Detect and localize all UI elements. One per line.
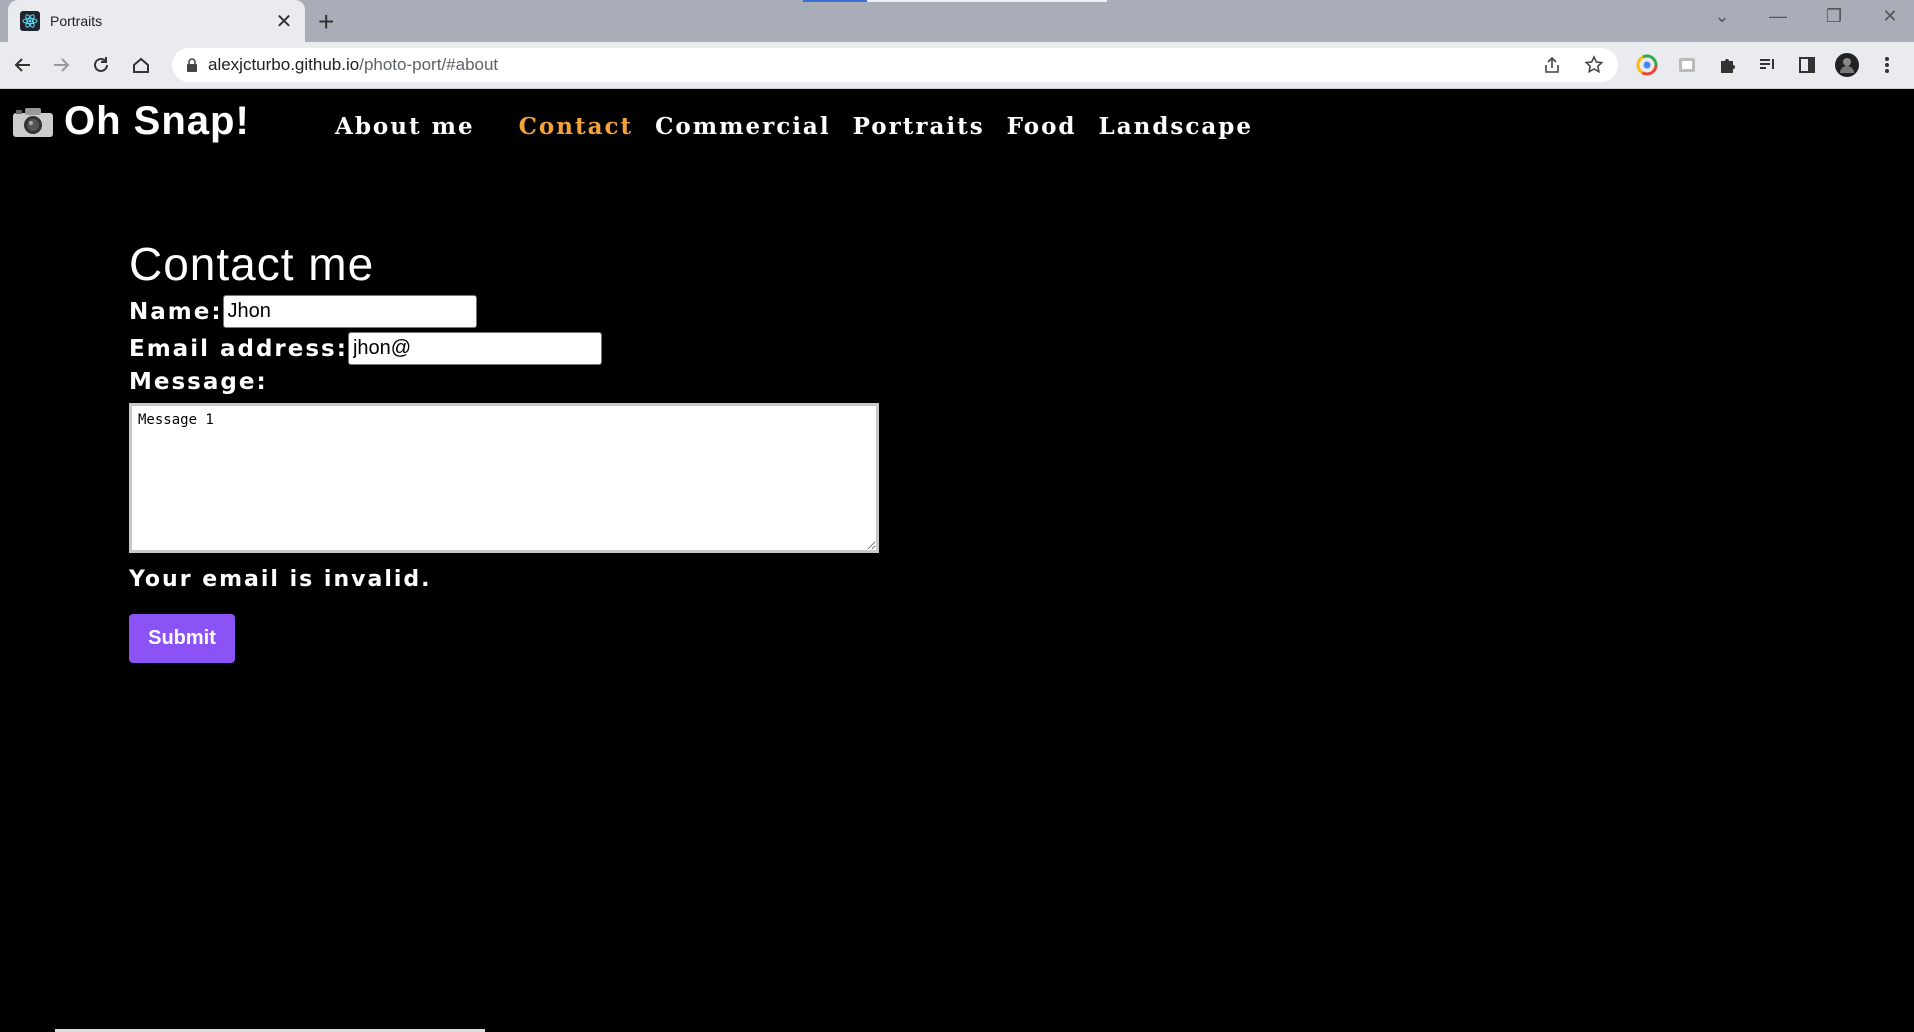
submit-button[interactable]: Submit [129,614,235,663]
message-label: Message: [129,369,268,395]
tab-close-icon[interactable]: ✕ [273,9,295,34]
bookmark-star-icon[interactable] [1584,55,1604,80]
lock-icon [186,58,198,72]
screenshot-extension-icon[interactable] [1674,52,1700,78]
page-content: Oh Snap! About me Contact Commercial Por… [0,89,1914,1032]
url-path: /photo-port/#about [359,55,499,74]
kebab-menu-icon[interactable] [1874,52,1900,78]
reload-icon[interactable] [86,50,116,80]
camera-icon [12,106,54,138]
react-icon [20,11,40,31]
nav-portraits[interactable]: Portraits [853,113,985,140]
email-error-message: Your email is invalid. [129,567,432,592]
window-controls: ⌄ — ❐ ✕ [1708,6,1904,27]
home-icon[interactable] [126,50,156,80]
share-icon[interactable] [1542,55,1562,80]
name-input[interactable] [222,295,477,328]
tab-strip-indicator [803,0,867,2]
nav-food[interactable]: Food [1007,113,1077,140]
url-host: alexjcturbo.github.io [208,55,360,74]
nav-commercial[interactable]: Commercial [655,113,830,140]
tab-search-icon[interactable]: ⌄ [1708,6,1736,27]
restore-button[interactable]: ❐ [1820,6,1848,27]
new-tab-button[interactable]: + [318,6,334,38]
email-input[interactable] [347,332,602,365]
name-label: Name: [129,298,223,325]
contact-form: Contact me Name: Email address: Message:… [129,237,879,663]
tab-title: Portraits [50,13,103,29]
minimize-button[interactable]: — [1764,6,1792,27]
chrome-extension-icon[interactable] [1634,52,1660,78]
main-nav: About me Contact Commercial Portraits Fo… [335,113,1275,140]
back-arrow-icon[interactable] [8,50,38,80]
browser-tab-bar: Portraits ✕ + ⌄ — ❐ ✕ [0,0,1914,42]
tab-strip-indicator-track [867,0,1107,2]
side-panel-icon[interactable] [1794,52,1820,78]
nav-landscape[interactable]: Landscape [1099,113,1253,140]
message-textarea[interactable]: Message 1 [129,403,879,553]
site-brand[interactable]: Oh Snap! [12,99,250,144]
profile-avatar[interactable] [1834,52,1860,78]
nav-contact[interactable]: Contact [519,113,634,140]
nav-about-me[interactable]: About me [335,113,475,140]
forward-arrow-icon[interactable] [46,50,76,80]
close-window-button[interactable]: ✕ [1876,6,1904,27]
contact-heading: Contact me [129,238,375,290]
address-bar[interactable]: alexjcturbo.github.io /photo-port/#about [172,48,1618,82]
puzzle-extensions-icon[interactable] [1714,52,1740,78]
email-label: Email address: [129,335,348,362]
browser-tab[interactable]: Portraits ✕ [8,0,305,42]
brand-name: Oh Snap! [64,99,250,143]
browser-toolbar: alexjcturbo.github.io /photo-port/#about [0,42,1914,89]
reading-list-icon[interactable] [1754,52,1780,78]
